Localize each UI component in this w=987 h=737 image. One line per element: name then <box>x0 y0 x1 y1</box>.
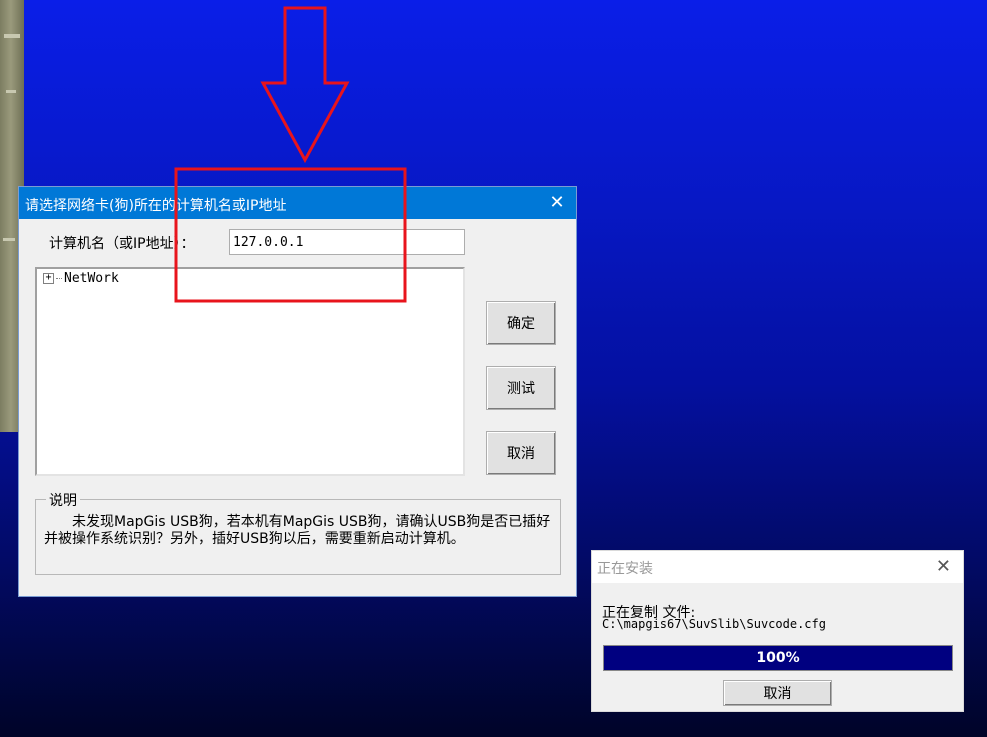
install-titlebar[interactable]: 正在安装 ✕ <box>592 551 963 583</box>
cancel-button[interactable]: 取消 <box>486 431 556 475</box>
down-arrow-annotation <box>260 6 350 164</box>
tree-item-label: NetWork <box>64 271 119 286</box>
install-file-path: C:\mapgis67\SuvSlib\Suvcode.cfg <box>602 617 826 631</box>
close-icon[interactable]: ✕ <box>546 192 568 214</box>
host-label: 计算机名（或IP地址）： <box>49 236 195 252</box>
plus-box-icon[interactable]: + <box>43 273 54 284</box>
dialog-titlebar[interactable]: 请选择网络卡(狗)所在的计算机名或IP地址 ✕ <box>19 187 576 219</box>
background-mark <box>4 34 20 38</box>
install-cancel-button[interactable]: 取消 <box>723 680 832 706</box>
network-dongle-dialog: 请选择网络卡(狗)所在的计算机名或IP地址 ✕ 计算机名（或IP地址）： + N… <box>18 186 577 597</box>
close-icon[interactable]: ✕ <box>936 556 951 577</box>
host-input[interactable] <box>229 229 465 255</box>
note-text: 未发现MapGis USB狗，若本机有MapGis USB狗，请确认USB狗是否… <box>44 514 551 547</box>
background-mark <box>3 238 15 241</box>
ok-button[interactable]: 确定 <box>486 301 556 345</box>
note-group: 说明 未发现MapGis USB狗，若本机有MapGis USB狗，请确认USB… <box>35 490 561 575</box>
progress-percent: 100% <box>756 650 800 666</box>
network-tree[interactable]: + NetWork <box>35 267 465 476</box>
install-title: 正在安装 <box>597 561 653 577</box>
dialog-title: 请选择网络卡(狗)所在的计算机名或IP地址 <box>25 198 287 214</box>
tree-item-network[interactable]: + NetWork <box>43 271 119 286</box>
install-progress-dialog: 正在安装 ✕ 正在复制 文件: C:\mapgis67\SuvSlib\Suvc… <box>591 550 964 712</box>
test-button[interactable]: 测试 <box>486 366 556 410</box>
background-mark <box>6 90 16 93</box>
note-label: 说明 <box>46 490 80 510</box>
tree-connector <box>56 278 62 279</box>
install-progress-bar: 100% <box>603 645 953 671</box>
